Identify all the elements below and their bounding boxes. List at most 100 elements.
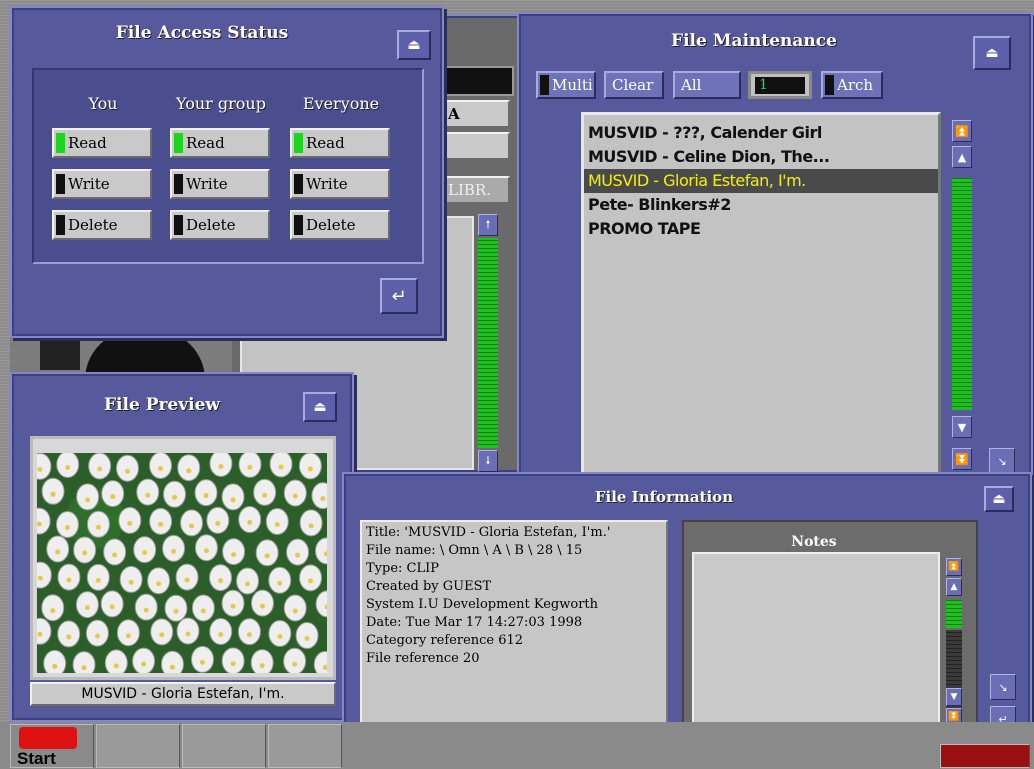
permission-column-header: You xyxy=(88,94,118,113)
petal-shape xyxy=(286,538,310,566)
file-information-resize-button[interactable]: ↘ xyxy=(990,674,1016,700)
notes-scroll-up-button[interactable]: ▲ xyxy=(946,578,962,596)
delete-permission-toggle[interactable]: Delete xyxy=(52,210,152,240)
petal-shape xyxy=(37,507,51,535)
petal-center xyxy=(84,605,90,611)
file-preview-eject-button[interactable]: ⏏ xyxy=(303,392,337,422)
status-led-icon xyxy=(174,215,183,235)
petal-center xyxy=(55,549,61,555)
resize-arrow-icon: ↘ xyxy=(998,680,1008,694)
petal-shape xyxy=(283,594,307,622)
file-access-confirm-button[interactable]: ↵ xyxy=(380,278,418,314)
read-permission-toggle[interactable]: Read xyxy=(170,128,270,158)
start-button[interactable]: Start xyxy=(10,724,94,768)
background-field-a[interactable]: A xyxy=(440,100,510,128)
petal-center xyxy=(247,520,253,526)
petal-center xyxy=(82,550,88,556)
notes-scroll-level-filled xyxy=(946,600,962,628)
background-libr-button[interactable]: LIBR. xyxy=(440,176,510,204)
list-item[interactable]: PROMO TAPE xyxy=(584,217,938,241)
double-up-arrow-icon: ⏫ xyxy=(948,562,960,572)
delete-permission-toggle[interactable]: Delete xyxy=(170,210,270,240)
petal-shape xyxy=(57,620,81,648)
scroll-bottom-button[interactable]: ⏬ xyxy=(952,448,972,470)
taskbar-slot-4[interactable] xyxy=(268,724,342,768)
petal-shape xyxy=(221,483,245,511)
all-button[interactable]: All xyxy=(673,71,741,99)
multi-toggle[interactable]: Multi xyxy=(536,71,596,99)
petal-center xyxy=(124,468,130,474)
bg-scroll-up-button[interactable]: 🠕 xyxy=(478,214,498,236)
petal-shape xyxy=(177,454,201,482)
petal-shape xyxy=(194,479,218,507)
petal-center xyxy=(128,579,134,585)
petal-shape xyxy=(136,478,160,506)
taskbar-slot-2[interactable] xyxy=(96,724,180,768)
list-item[interactable]: Pete- Blinkers#2 xyxy=(584,193,938,217)
petal-shape xyxy=(88,453,112,480)
petal-center xyxy=(158,521,164,527)
counter-display: 1 xyxy=(748,71,812,99)
arch-toggle[interactable]: Arch xyxy=(821,71,883,99)
write-permission-toggle[interactable]: Write xyxy=(52,169,152,199)
taskbar-slot-eject[interactable] xyxy=(940,744,1030,768)
petal-center xyxy=(173,608,179,614)
list-item[interactable]: MUSVID - Gloria Estefan, I'm. xyxy=(584,169,938,193)
petal-center xyxy=(295,552,301,558)
background-field-blank[interactable] xyxy=(440,132,510,160)
write-permission-toggle[interactable]: Write xyxy=(170,169,270,199)
list-item[interactable]: MUSVID - ???, Calender Girl xyxy=(584,121,938,145)
notes-scroll-top-button[interactable]: ⏫ xyxy=(946,558,962,576)
petal-shape xyxy=(315,590,327,618)
petal-center xyxy=(37,631,43,637)
petal-shape xyxy=(100,590,124,618)
write-permission-toggle[interactable]: Write xyxy=(290,169,390,199)
scroll-down-button[interactable]: ▼ xyxy=(952,416,972,438)
petal-center xyxy=(292,661,298,667)
petal-center xyxy=(142,550,148,556)
clear-button[interactable]: Clear xyxy=(604,71,664,99)
file-list-rows: MUSVID - ???, Calender Girl MUSVID - Celi… xyxy=(584,121,938,241)
file-maintenance-eject-button[interactable]: ⏏ xyxy=(973,36,1011,70)
petal-center xyxy=(218,632,224,638)
petal-center xyxy=(247,464,253,470)
preview-image xyxy=(37,453,327,673)
eject-icon: ⏏ xyxy=(992,491,1006,507)
petal-shape xyxy=(221,589,245,617)
arch-label: Arch xyxy=(837,76,874,94)
file-information-title: File Information xyxy=(594,488,734,506)
petal-center xyxy=(259,663,265,669)
read-permission-toggle[interactable]: Read xyxy=(52,128,152,158)
list-item[interactable]: MUSVID - Celine Dion, The... xyxy=(584,145,938,169)
file-maintenance-resize-button[interactable]: ↘ xyxy=(989,448,1015,474)
scroll-up-button[interactable]: ▲ xyxy=(952,146,972,168)
scroll-top-button[interactable]: ⏫ xyxy=(952,120,972,142)
petal-center xyxy=(274,521,280,527)
taskbar-slot-3[interactable] xyxy=(182,724,266,768)
preview-caption: MUSVID - Gloria Estefan, I'm. xyxy=(30,682,336,706)
bg-scroll-down-button[interactable]: 🠗 xyxy=(478,450,498,472)
petal-shape xyxy=(163,480,187,508)
notes-textarea[interactable] xyxy=(692,552,940,728)
petal-center xyxy=(186,468,192,474)
file-access-eject-button[interactable]: ⏏ xyxy=(397,30,431,60)
notes-label: Notes xyxy=(791,534,837,550)
delete-permission-toggle[interactable]: Delete xyxy=(290,210,390,240)
info-system-line: System I.U Development Kegworth xyxy=(366,597,599,612)
petal-center xyxy=(37,575,43,581)
petal-center xyxy=(262,492,268,498)
read-permission-toggle[interactable]: Read xyxy=(290,128,390,158)
write-permission-label: Write xyxy=(186,175,228,193)
petal-center xyxy=(169,664,175,670)
petal-center xyxy=(277,580,283,586)
petal-center xyxy=(85,497,91,503)
delete-permission-label: Delete xyxy=(186,216,236,234)
read-permission-label: Read xyxy=(68,134,107,152)
background-field-a-label: A xyxy=(448,105,460,123)
petal-shape xyxy=(132,647,156,673)
file-information-eject-button[interactable]: ⏏ xyxy=(984,486,1014,512)
multi-label: Multi xyxy=(552,76,593,94)
petal-shape xyxy=(150,618,174,646)
permission-column-header: Your group xyxy=(176,94,266,113)
notes-scroll-down-button[interactable]: ▼ xyxy=(946,688,962,706)
